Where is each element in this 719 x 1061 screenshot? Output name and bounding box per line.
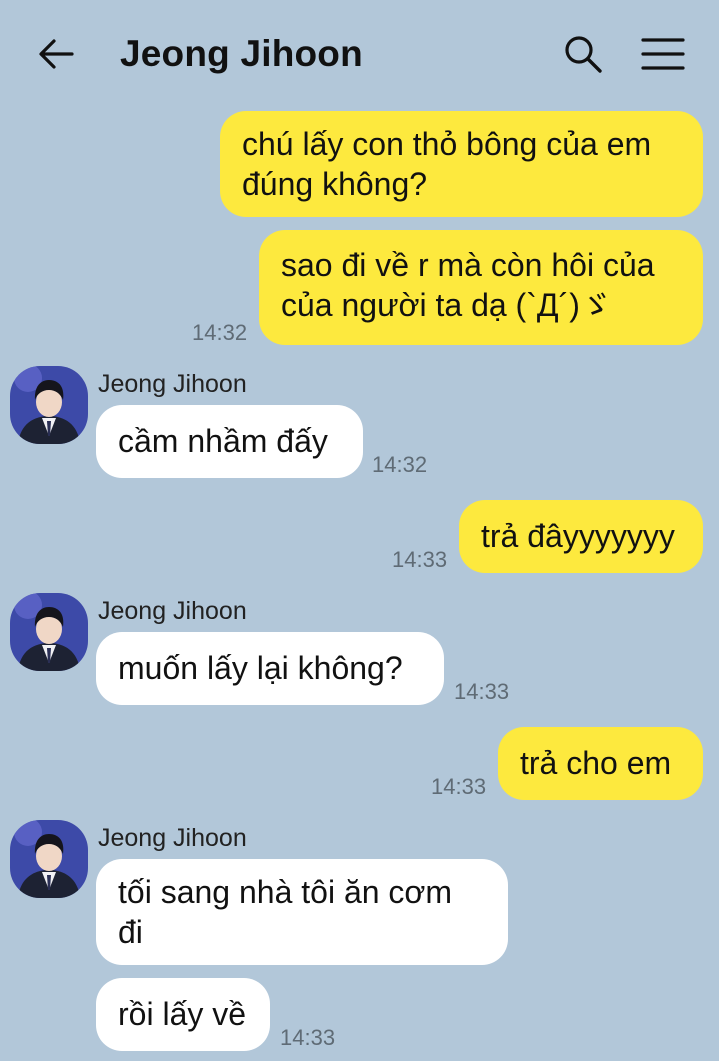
chat-header: Jeong Jihoon bbox=[0, 0, 719, 100]
my-message-bubble[interactable]: chú lấy con thỏ bông của em đúng không? bbox=[220, 111, 703, 217]
message-line: muốn lấy lại không? bbox=[118, 650, 403, 686]
avatar[interactable] bbox=[10, 820, 88, 898]
message-timestamp: 14:33 bbox=[280, 1025, 336, 1050]
message-line: tối sang nhà tôi ăn cơm bbox=[118, 874, 453, 910]
my-message-bubble[interactable]: trả đâyyyyyyy bbox=[459, 500, 703, 573]
profile-photo bbox=[10, 593, 88, 671]
their-message-bubble[interactable]: muốn lấy lại không? bbox=[96, 632, 444, 705]
message-line: trả cho em bbox=[520, 745, 672, 781]
message-line: chú lấy con thỏ bông của em bbox=[242, 126, 652, 162]
sender-name: Jeong Jihoon bbox=[98, 597, 247, 625]
sender-name: Jeong Jihoon bbox=[98, 824, 247, 852]
sender-name: Jeong Jihoon bbox=[98, 370, 247, 398]
message-timestamp: 14:32 bbox=[372, 452, 428, 477]
their-message-bubble[interactable]: cầm nhầm đấy bbox=[96, 405, 363, 478]
hamburger-menu-icon[interactable] bbox=[641, 36, 685, 72]
my-message-bubble[interactable]: trả cho em bbox=[498, 727, 703, 800]
message-timestamp: 14:33 bbox=[454, 679, 510, 704]
my-message-bubble[interactable]: sao đi về r mà còn hôi của của người ta … bbox=[259, 230, 703, 345]
message-line: cầm nhầm đấy bbox=[118, 423, 328, 459]
message-timestamp: 14:33 bbox=[431, 774, 487, 799]
chat-title: Jeong Jihoon bbox=[120, 33, 363, 74]
message-timestamp: 14:33 bbox=[392, 547, 448, 572]
avatar[interactable] bbox=[10, 366, 88, 444]
message-line: đúng không? bbox=[242, 166, 428, 202]
message-timestamp: 14:32 bbox=[192, 320, 248, 345]
message-line: đi bbox=[118, 914, 143, 950]
arrow-left-icon[interactable] bbox=[36, 34, 76, 74]
message-line: trả đâyyyyyyy bbox=[481, 518, 675, 554]
their-message-bubble[interactable]: rồi lấy về bbox=[96, 978, 270, 1051]
profile-photo bbox=[10, 366, 88, 444]
message-line: sao đi về r mà còn hôi của bbox=[281, 247, 655, 283]
message-line: của người ta dạ (`Д´)ゞ bbox=[281, 287, 612, 323]
avatar[interactable] bbox=[10, 593, 88, 671]
profile-photo bbox=[10, 820, 88, 898]
message-line: rồi lấy về bbox=[118, 996, 247, 1032]
their-message-bubble[interactable]: tối sang nhà tôi ăn cơm đi bbox=[96, 859, 508, 965]
search-icon[interactable] bbox=[563, 34, 603, 74]
